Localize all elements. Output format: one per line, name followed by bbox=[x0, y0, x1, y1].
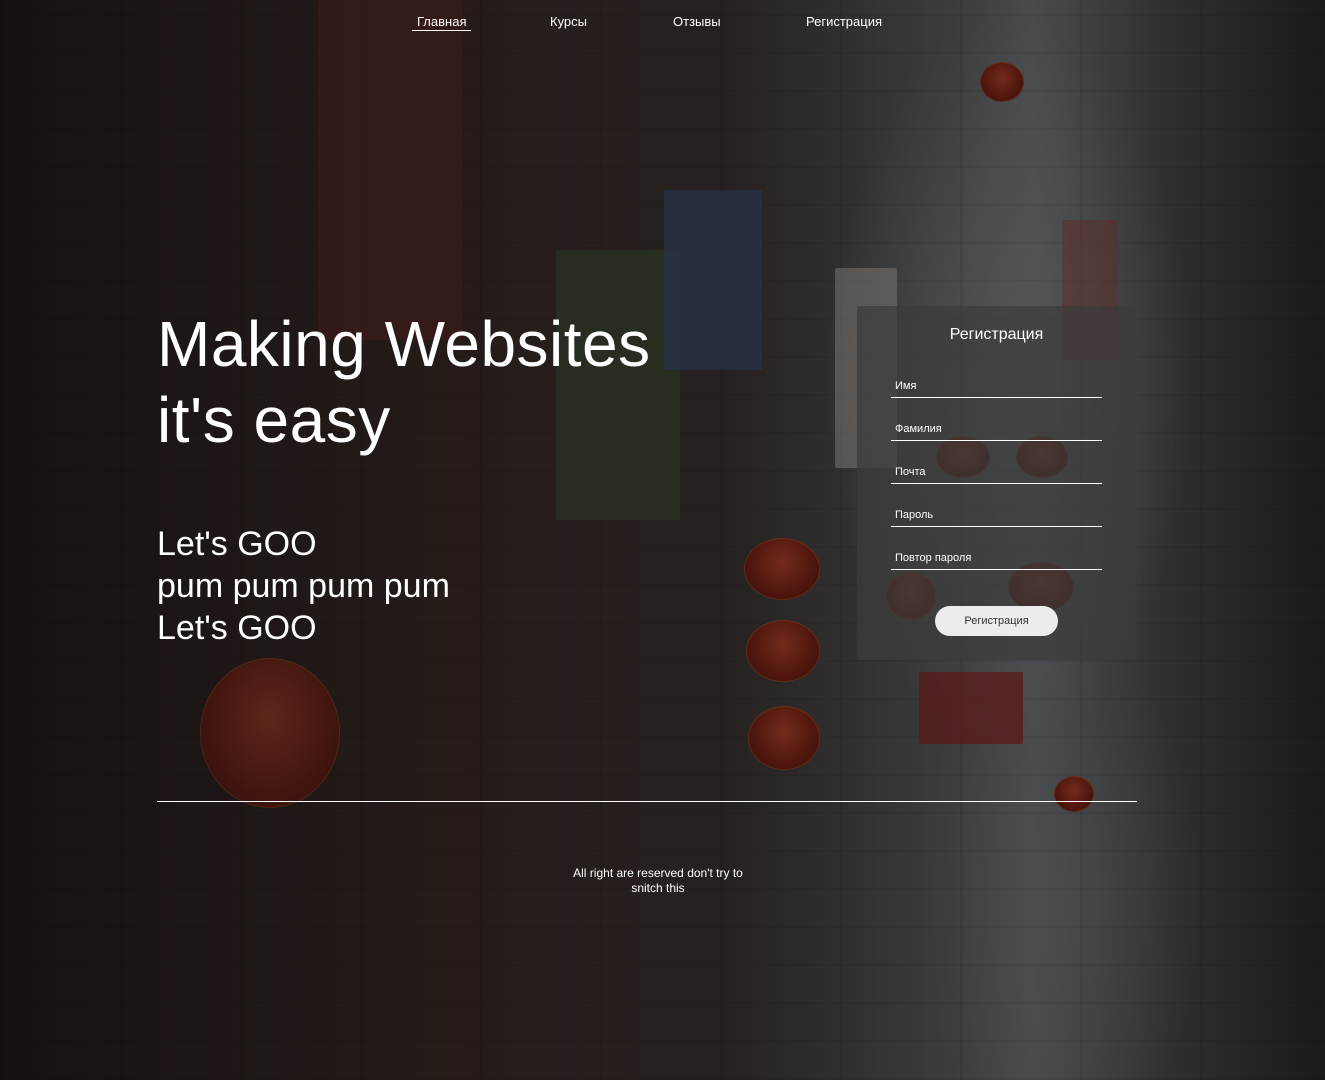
nav-item-registration[interactable]: Регистрация bbox=[806, 14, 882, 29]
footer-copyright: All right are reserved don't try to snit… bbox=[560, 866, 756, 896]
first-name-field bbox=[891, 375, 1102, 398]
password-field bbox=[891, 504, 1102, 527]
top-navigation: Главная Курсы Отзывы Регистрация bbox=[0, 14, 1325, 34]
hero-subtitle-line: Let's GOO bbox=[157, 609, 317, 647]
hero-subtitle: Let's GOO pum pum pum pum Let's GOO bbox=[157, 523, 450, 649]
page-background: Главная Курсы Отзывы Регистрация Making … bbox=[0, 0, 1325, 1080]
form-title: Регистрация bbox=[949, 326, 1044, 343]
footer-divider bbox=[157, 801, 1137, 802]
first-name-input[interactable] bbox=[891, 375, 1102, 397]
registration-form: Регистрация Регистрация bbox=[857, 306, 1136, 660]
footer-text-line: All right are reserved don't try to bbox=[573, 866, 743, 880]
footer-text-line: snitch this bbox=[631, 881, 685, 895]
last-name-field bbox=[891, 418, 1102, 441]
hero-title-line: it's easy bbox=[157, 384, 391, 456]
nav-item-reviews[interactable]: Отзывы bbox=[673, 14, 721, 29]
hero-title-line: Making Websites bbox=[157, 308, 651, 380]
email-field bbox=[891, 461, 1102, 484]
password-input[interactable] bbox=[891, 504, 1102, 526]
password-repeat-input[interactable] bbox=[891, 547, 1102, 569]
nav-item-courses[interactable]: Курсы bbox=[550, 14, 587, 29]
hero-title: Making Websites it's easy bbox=[157, 306, 651, 458]
email-input[interactable] bbox=[891, 461, 1102, 483]
nav-item-home[interactable]: Главная bbox=[412, 14, 472, 31]
hero-subtitle-line: Let's GOO bbox=[157, 525, 317, 563]
last-name-input[interactable] bbox=[891, 418, 1102, 440]
hero-subtitle-line: pum pum pum pum bbox=[157, 567, 450, 605]
register-button[interactable]: Регистрация bbox=[935, 606, 1058, 636]
password-repeat-field bbox=[891, 547, 1102, 570]
